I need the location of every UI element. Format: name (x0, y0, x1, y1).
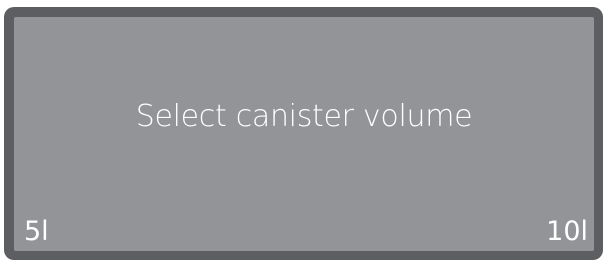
option-10l-button[interactable]: 10l (546, 218, 588, 245)
prompt-text: Select canister volume (135, 99, 473, 134)
display-frame: Select canister volume 5l 10l (4, 7, 603, 260)
lcd-screen: Select canister volume 5l 10l (14, 17, 594, 251)
option-5l-button[interactable]: 5l (24, 218, 49, 245)
